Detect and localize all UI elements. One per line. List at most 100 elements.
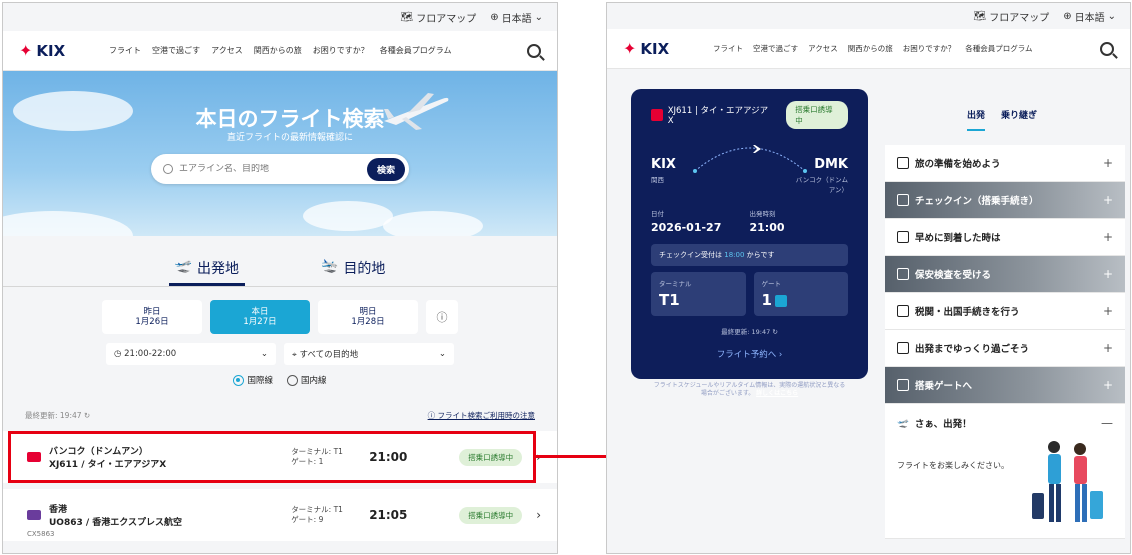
gate-map-icon[interactable] [774, 294, 787, 307]
kix-logo[interactable]: ✦ KIX [19, 41, 109, 60]
nav-help[interactable]: お困りですか？ [903, 43, 956, 54]
chevron-right-icon[interactable]: › [536, 508, 541, 522]
flight-search-bar: 検索 [151, 154, 409, 184]
step-security[interactable]: 保安検査を受ける + [885, 256, 1125, 293]
departure-icon: 🛫 [174, 258, 192, 274]
status-badge: 搭乗口誘導中 [459, 506, 523, 524]
map-icon: 🗺 [400, 11, 414, 23]
day-today[interactable]: 本日 1月27日 [210, 300, 310, 334]
plus-icon: + [1102, 341, 1113, 355]
refresh-icon[interactable]: ↻ [84, 411, 90, 420]
route-arc [693, 145, 807, 173]
floor-map-link[interactable]: 🗺 フロアマップ [401, 10, 477, 25]
step-relax[interactable]: 出発までゆっくり過ごそう + [885, 330, 1125, 367]
gate-box: ゲート 1 [753, 272, 848, 316]
flight-row[interactable]: 香港 UO863 / 香港エクスプレス航空 ターミナル: T1 ゲート: 9 21… [3, 489, 557, 541]
step-prepare[interactable]: 旅の準備を始めよう + [885, 145, 1125, 182]
step-early-arrival[interactable]: 早めに到着した時は + [885, 219, 1125, 256]
map-icon: 🗺 [973, 10, 987, 22]
checklist-icon [897, 157, 909, 169]
page-subtitle: 直近フライトの最新情報確認に [226, 133, 353, 143]
nav-flight[interactable]: フライト [713, 43, 743, 54]
flight-number: XJ611 | タイ・エアアジアX [667, 106, 769, 126]
last-updated: 最終更新: 19:47 ↻ [721, 328, 778, 336]
checkin-icon [897, 194, 909, 206]
status-badge: 搭乗口誘導中 [786, 101, 848, 129]
main-nav: ✦ KIX フライト 空港で過ごす アクセス 関西からの旅 お困りですか？ 各種会… [607, 29, 1130, 69]
details-link[interactable]: 詳しくはこちら [756, 390, 798, 397]
search-icon [163, 164, 173, 174]
radio-domestic[interactable]: 国内線 [287, 374, 327, 386]
search-icon[interactable] [1100, 41, 1114, 56]
reserve-flight-link[interactable]: フライト予約へ › [651, 348, 848, 360]
passport-icon [897, 305, 909, 317]
floor-map-link[interactable]: 🗺 フロアマップ [974, 9, 1050, 24]
nav-airport[interactable]: 空港で過ごす [753, 43, 798, 54]
travelers-illustration [1032, 441, 1103, 522]
tab-transfer[interactable]: 乗り継ぎ [1001, 108, 1037, 131]
flight-detail-card: XJ611 | タイ・エアアジアX 搭乗口誘導中 KIX 関西 DMK バンコク… [631, 89, 868, 397]
plus-icon: + [1102, 156, 1113, 170]
chevron-down-icon: ⌄ [260, 349, 268, 359]
nav-membership[interactable]: 各種会員プログラム [965, 43, 1032, 54]
checkin-notice: チェックイン受付は 18:00 からです [651, 244, 848, 266]
plus-icon: + [1102, 230, 1113, 244]
guide-tabs: 出発 乗り継ぎ [967, 108, 1037, 131]
lounge-icon [897, 231, 909, 243]
codeshare-code: CX5863 [27, 530, 55, 538]
nav-flight[interactable]: フライト [109, 45, 141, 56]
nav-help[interactable]: お困りですか？ [313, 45, 369, 56]
departure-time: 21:05 [369, 508, 408, 522]
main-nav: ✦ KIX フライト 空港で過ごす アクセス 関西からの旅 お困りですか？ 各種会… [3, 31, 557, 71]
refresh-icon[interactable]: ↻ [772, 328, 777, 336]
step-checkin[interactable]: チェックイン（搭乗手続き） + [885, 182, 1125, 219]
last-updated: 最終更新: 19:47 ↻ [25, 411, 91, 420]
plus-icon: + [1102, 378, 1113, 392]
kix-logo[interactable]: ✦ KIX [623, 39, 713, 58]
tab-departure[interactable]: 🛫 出発地 [168, 258, 245, 286]
destination-filter[interactable]: ⌖ すべての目的地 ⌄ [284, 343, 454, 365]
arrow-connector [535, 455, 615, 458]
terminal-box: ターミナル T1 [651, 272, 746, 316]
tab-arrival[interactable]: 🛬 目的地 [315, 258, 391, 286]
search-input[interactable] [179, 164, 367, 174]
radio-international[interactable]: 国際線 [233, 374, 273, 386]
nav-access[interactable]: アクセス [211, 45, 243, 56]
nav-access[interactable]: アクセス [808, 43, 838, 54]
departure-steps: 旅の準備を始めよう + チェックイン（搭乗手続き） + 早めに到着した時は + 保安検… [885, 145, 1125, 539]
flight-detail-page: 🗺 フロアマップ ⊕ 日本語 ⌄ ✦ KIX フライト 空港で過ごす アクセス 関西か… [606, 2, 1131, 554]
departure-icon: 🛫 [897, 417, 909, 429]
flight-time: 21:00 [749, 221, 785, 234]
time-filter[interactable]: ◷ 21:00-22:00 ⌄ [106, 343, 276, 365]
search-icon[interactable] [527, 43, 541, 58]
language-selector[interactable]: ⊕ 日本語 ⌄ [1063, 9, 1116, 24]
security-icon [897, 268, 909, 280]
day-yesterday[interactable]: 昨日 1月26日 [102, 300, 202, 334]
nav-travel[interactable]: 関西からの旅 [254, 45, 302, 56]
hero-banner: 本日のフライト検索 直近フライトの最新情報確認に 検索 [3, 71, 557, 236]
step-depart[interactable]: 🛫 さぁ、出発！ — フライトをお楽しみください。 [885, 404, 1125, 539]
destination-name: バンコク（ドンムアン） [795, 176, 848, 194]
utility-bar: 🗺 フロアマップ ⊕ 日本語 ⌄ [607, 3, 1130, 29]
step-gate[interactable]: 搭乗ゲートへ + [885, 367, 1125, 404]
origin-name: 関西 [651, 176, 664, 184]
minus-icon: — [1101, 416, 1113, 430]
plus-icon: + [1102, 267, 1113, 281]
nav-airport[interactable]: 空港で過ごす [152, 45, 200, 56]
nav-travel[interactable]: 関西からの旅 [848, 43, 893, 54]
language-selector[interactable]: ⊕ 日本語 ⌄ [490, 10, 543, 25]
departure-icon [897, 379, 909, 391]
day-tomorrow[interactable]: 明日 1月28日 [318, 300, 418, 334]
clock-icon: ◷ [114, 349, 122, 359]
plus-icon: + [1102, 193, 1113, 207]
globe-icon: ⊕ [490, 11, 499, 23]
direction-tabs: 🛫 出発地 🛬 目的地 [3, 258, 557, 286]
date-selector: 昨日 1月26日 本日 1月27日 明日 1月28日 ⓘ [3, 300, 557, 334]
nav-membership[interactable]: 各種会員プログラム [380, 45, 452, 56]
logo-mark-icon: ✦ [623, 39, 637, 58]
search-notice-link[interactable]: ⓘ フライト検索ご利用時の注意 [428, 410, 535, 421]
search-button[interactable]: 検索 [366, 157, 405, 181]
step-customs[interactable]: 税関・出国手続きを行う + [885, 293, 1125, 330]
info-icon[interactable]: ⓘ [426, 300, 458, 334]
tab-departure[interactable]: 出発 [967, 108, 986, 131]
